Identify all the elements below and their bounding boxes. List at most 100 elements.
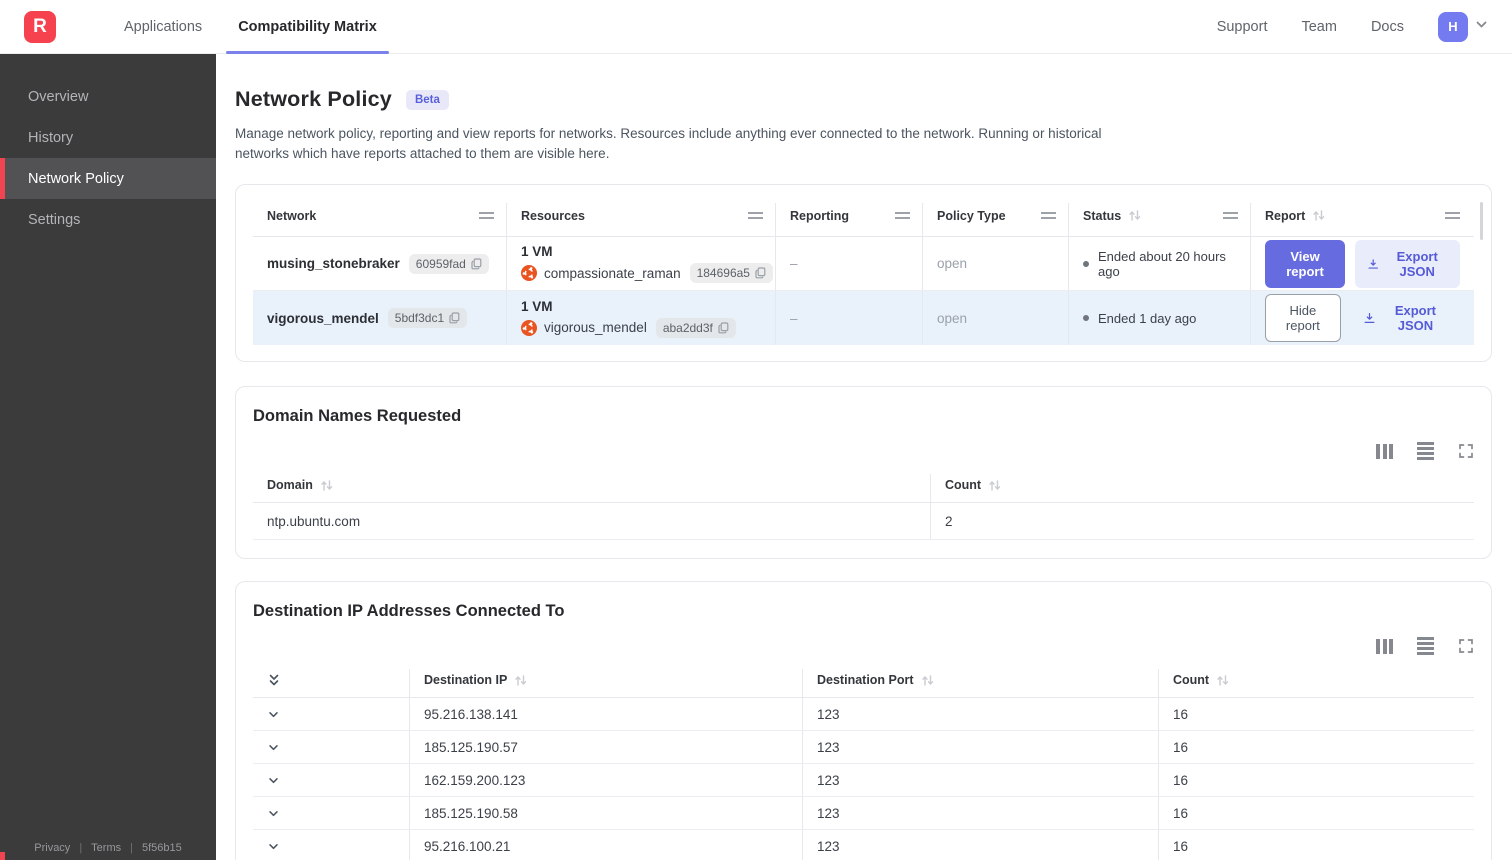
nav-tab-applications[interactable]: Applications (106, 0, 220, 53)
column-header-destination-ip[interactable]: Destination IP (409, 669, 802, 697)
ip-row[interactable]: 162.159.200.123 123 16 (253, 764, 1474, 797)
page-header: Network Policy Beta (235, 87, 1492, 112)
sort-icon[interactable] (1128, 209, 1142, 222)
nav-link-docs[interactable]: Docs (1371, 19, 1404, 35)
row-density-icon[interactable] (1417, 637, 1434, 655)
ips-card: Destination IP Addresses Connected To De… (235, 581, 1492, 860)
network-name-cell: vigorous_mendel 5bdf3dc1 (253, 291, 506, 345)
row-expander[interactable] (253, 830, 409, 860)
vm-id-pill[interactable]: 184696a5 (689, 263, 773, 283)
vm-id: 184696a5 (696, 266, 750, 280)
sidebar-item-history[interactable]: History (0, 117, 216, 158)
column-header-resources[interactable]: Resources (506, 203, 775, 236)
primary-nav: Applications Compatibility Matrix (106, 0, 395, 54)
column-resize-handle-icon[interactable] (1041, 212, 1056, 219)
column-resize-handle-icon[interactable] (895, 212, 910, 219)
port-cell: 123 (802, 830, 1158, 860)
column-header-destination-port[interactable]: Destination Port (802, 669, 1158, 697)
column-header-policy-type[interactable]: Policy Type (922, 203, 1068, 236)
column-header-count[interactable]: Count (1158, 669, 1474, 697)
resources-cell: 1 VM compassionate_raman 184696a5 (506, 237, 775, 290)
domain-row[interactable]: ntp.ubuntu.com 2 (253, 503, 1474, 540)
row-expander[interactable] (253, 698, 409, 730)
column-resize-handle-icon[interactable] (748, 212, 763, 219)
column-header-network[interactable]: Network (253, 203, 506, 236)
column-header-reporting[interactable]: Reporting (775, 203, 922, 236)
sidebar-item-network-policy[interactable]: Network Policy (0, 158, 216, 199)
column-resize-handle-icon[interactable] (1223, 212, 1238, 219)
chevron-down-icon (269, 777, 278, 783)
row-expander[interactable] (253, 797, 409, 829)
column-header-status[interactable]: Status (1068, 203, 1250, 236)
ip-cell: 95.216.100.21 (409, 830, 802, 860)
column-label: Report (1265, 208, 1306, 223)
resources-cell: 1 VM vigorous_mendel aba2dd3f (506, 291, 775, 345)
vm-count: 1 VM (521, 298, 553, 314)
sort-icon[interactable] (1312, 209, 1326, 222)
row-expander[interactable] (253, 731, 409, 763)
ips-card-toolbar (253, 635, 1474, 657)
vm-id-pill[interactable]: aba2dd3f (655, 317, 736, 338)
column-header-count[interactable]: Count (930, 474, 1474, 502)
ips-table-header: Destination IP Destination Port Count (253, 669, 1474, 698)
row-density-icon[interactable] (1417, 442, 1434, 460)
account-menu[interactable]: H (1438, 11, 1488, 42)
avatar[interactable]: H (1438, 11, 1468, 42)
hide-report-button[interactable]: Hide report (1265, 294, 1341, 342)
network-id: 60959fad (415, 256, 466, 271)
columns-icon[interactable] (1376, 638, 1393, 654)
sort-icon[interactable] (988, 479, 1002, 492)
sort-icon[interactable] (1216, 674, 1230, 687)
sidebar-item-overview[interactable]: Overview (0, 76, 216, 117)
column-header-domain[interactable]: Domain (253, 474, 930, 502)
column-label: Count (1173, 673, 1210, 687)
fullscreen-icon[interactable] (1458, 638, 1474, 654)
column-label: Policy Type (937, 208, 1006, 223)
domains-card: Domain Names Requested Domain Count ntp.… (235, 386, 1492, 559)
sidebar-item-settings[interactable]: Settings (0, 199, 216, 240)
view-report-button[interactable]: View report (1265, 239, 1346, 288)
sort-icon[interactable] (921, 674, 935, 687)
column-label: Resources (521, 208, 585, 223)
nav-link-team[interactable]: Team (1301, 19, 1336, 35)
export-json-button[interactable]: Export JSON (1355, 239, 1460, 288)
network-row-vigorous-mendel[interactable]: vigorous_mendel 5bdf3dc1 1 VM vigorous_m… (253, 291, 1474, 345)
terms-link[interactable]: Terms (91, 842, 121, 854)
vm-id: aba2dd3f (662, 320, 713, 335)
port-cell: 123 (802, 764, 1158, 796)
expand-all-header[interactable] (253, 669, 409, 697)
ip-row[interactable]: 185.125.190.58 123 16 (253, 797, 1474, 830)
sidebar-footer: Privacy | Terms | 5f56b15 (0, 842, 216, 854)
app-logo[interactable]: R (24, 10, 56, 43)
network-row-musing-stonebraker[interactable]: musing_stonebraker 60959fad 1 VM compass… (253, 237, 1474, 291)
networks-table-header: Network Resources Reporting Policy Type … (253, 203, 1474, 237)
sidebar-accent-sliver (0, 852, 5, 860)
chevron-down-icon (1475, 18, 1488, 36)
ip-row[interactable]: 95.216.100.21 123 16 (253, 830, 1474, 860)
ip-row[interactable]: 185.125.190.57 123 16 (253, 731, 1474, 764)
fullscreen-icon[interactable] (1458, 443, 1474, 459)
scrollbar-thumb[interactable] (1480, 202, 1483, 240)
policy-type-cell: open (922, 237, 1068, 290)
network-name-cell: musing_stonebraker 60959fad (253, 237, 506, 290)
nav-tab-compatibility-matrix[interactable]: Compatibility Matrix (220, 0, 395, 54)
ip-row[interactable]: 95.216.138.141 123 16 (253, 698, 1474, 731)
port-cell: 123 (802, 698, 1158, 730)
row-expander[interactable] (253, 764, 409, 796)
column-label: Destination Port (817, 673, 914, 687)
column-label: Count (945, 478, 982, 492)
network-id-pill[interactable]: 5bdf3dc1 (387, 308, 468, 328)
network-id-pill[interactable]: 60959fad (408, 253, 489, 274)
sort-icon[interactable] (514, 674, 528, 687)
columns-icon[interactable] (1376, 443, 1393, 459)
column-resize-handle-icon[interactable] (1445, 212, 1460, 219)
export-json-button[interactable]: Export JSON (1351, 294, 1460, 342)
sort-icon[interactable] (320, 479, 334, 492)
port-cell: 123 (802, 797, 1158, 829)
nav-link-support[interactable]: Support (1217, 19, 1268, 35)
export-label: Export JSON (1396, 248, 1438, 279)
privacy-link[interactable]: Privacy (34, 842, 70, 854)
report-cell: View report Export JSON (1250, 237, 1472, 290)
column-resize-handle-icon[interactable] (479, 212, 494, 219)
column-header-report[interactable]: Report (1250, 203, 1472, 236)
